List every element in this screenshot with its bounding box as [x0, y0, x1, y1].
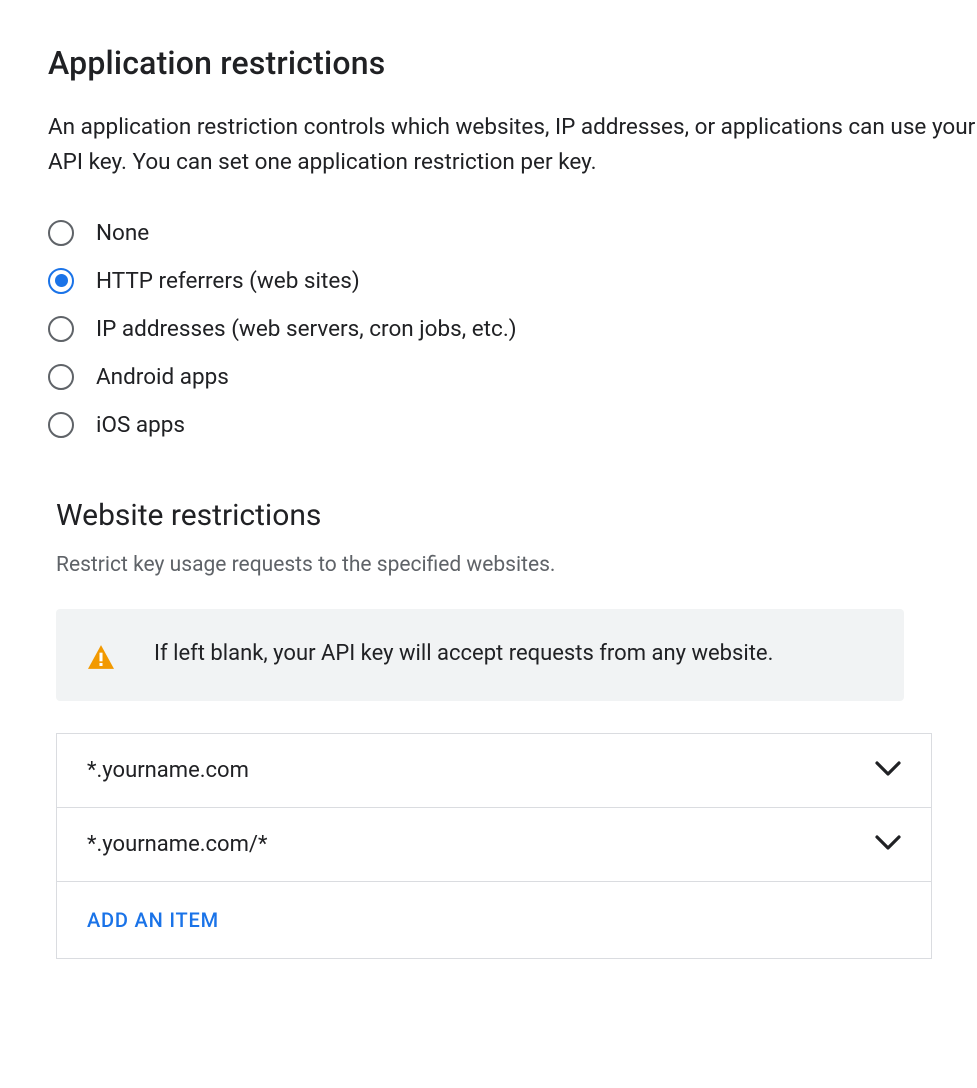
radio-label: IP addresses (web servers, cron jobs, et…	[96, 316, 517, 342]
radio-label: None	[96, 220, 149, 246]
radio-label: iOS apps	[96, 412, 185, 438]
website-restriction-item[interactable]: *.yourname.com	[57, 734, 931, 808]
radio-icon	[48, 412, 74, 438]
radio-label: Android apps	[96, 364, 229, 390]
radio-icon	[48, 268, 74, 294]
website-restriction-item[interactable]: *.yourname.com/*	[57, 808, 931, 882]
warning-icon	[88, 637, 114, 673]
radio-icon	[48, 364, 74, 390]
radio-option-http-referrers[interactable]: HTTP referrers (web sites)	[48, 268, 977, 294]
radio-label: HTTP referrers (web sites)	[96, 268, 360, 294]
radio-option-none[interactable]: None	[48, 220, 977, 246]
radio-option-android-apps[interactable]: Android apps	[48, 364, 977, 390]
radio-dot-icon	[55, 274, 68, 287]
add-an-item-button[interactable]: ADD AN ITEM	[57, 882, 931, 958]
radio-icon	[48, 316, 74, 342]
website-restrictions-heading: Website restrictions	[56, 498, 977, 533]
chevron-down-icon	[875, 832, 901, 857]
website-restrictions-description: Restrict key usage requests to the speci…	[56, 553, 977, 577]
application-restrictions-radio-group: None HTTP referrers (web sites) IP addre…	[48, 220, 977, 438]
radio-icon	[48, 220, 74, 246]
application-restrictions-heading: Application restrictions	[48, 44, 977, 82]
website-restriction-value: *.yourname.com	[87, 758, 249, 783]
chevron-down-icon	[875, 758, 901, 783]
warning-banner: If left blank, your API key will accept …	[56, 609, 904, 701]
radio-option-ios-apps[interactable]: iOS apps	[48, 412, 977, 438]
warning-text: If left blank, your API key will accept …	[154, 637, 773, 671]
application-restrictions-description: An application restriction controls whic…	[48, 110, 977, 180]
radio-option-ip-addresses[interactable]: IP addresses (web servers, cron jobs, et…	[48, 316, 977, 342]
website-restrictions-list: *.yourname.com *.yourname.com/* ADD AN I…	[56, 733, 932, 959]
website-restriction-value: *.yourname.com/*	[87, 832, 267, 857]
